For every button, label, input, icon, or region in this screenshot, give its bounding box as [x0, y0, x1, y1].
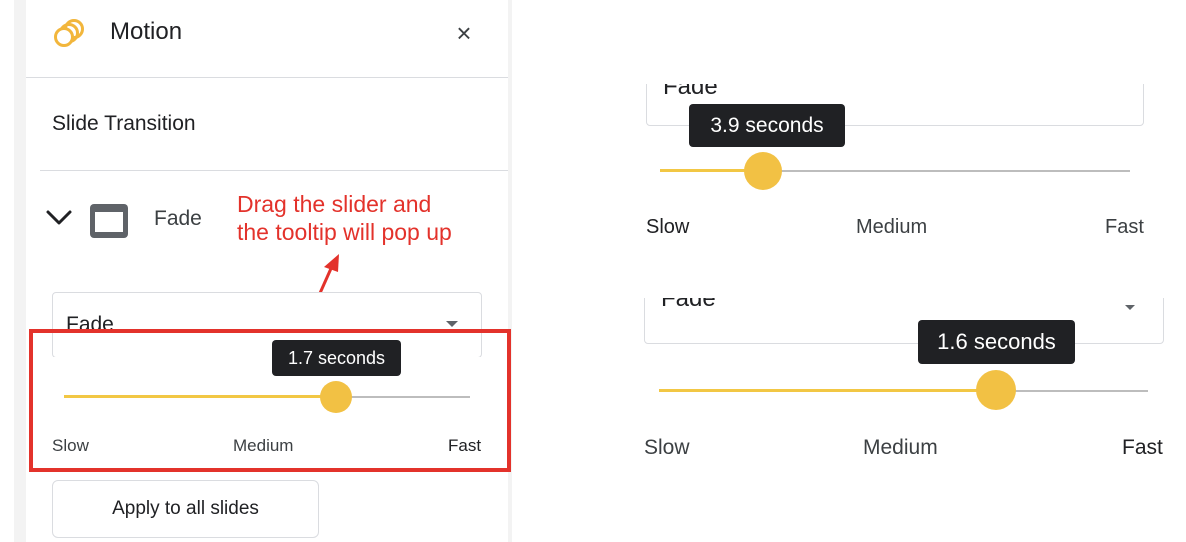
example-1-label-medium: Medium: [856, 216, 928, 238]
panel-title: Motion: [110, 18, 183, 45]
slider-label-slow: Slow: [52, 436, 89, 455]
close-icon: ×: [456, 18, 472, 48]
annotation-text: Drag the slider and the tooltip will pop…: [237, 191, 452, 245]
example-1-label-fast: Fast: [1105, 216, 1144, 238]
slide-thumbnail-icon: [90, 204, 128, 238]
slider-fill: [64, 395, 337, 398]
header-divider: [26, 77, 508, 78]
example-2-label-slow: Slow: [644, 436, 690, 459]
close-button[interactable]: ×: [448, 18, 480, 50]
motion-rings-icon: [54, 19, 84, 47]
apply-to-all-slides-button[interactable]: Apply to all slides: [52, 480, 319, 538]
example-2-slider-thumb[interactable]: [976, 370, 1017, 410]
example-1-label-slow: Slow: [646, 216, 690, 238]
transition-name: Fade: [154, 207, 202, 230]
slider-thumb[interactable]: [320, 381, 353, 413]
panel-left-edge: [14, 0, 26, 542]
crop-mask: [630, 0, 1170, 84]
chevron-down-icon[interactable]: [42, 200, 76, 234]
example-1-tooltip: 3.9 seconds: [689, 104, 845, 147]
dropdown-caret-icon: [1125, 305, 1135, 310]
slider-label-fast: Fast: [448, 436, 482, 455]
example-1-slider-thumb[interactable]: [744, 152, 783, 190]
example-2-slider-fill: [659, 389, 997, 392]
dropdown-caret-icon: [446, 321, 458, 327]
slider-label-medium: Medium: [233, 436, 294, 455]
example-2-label-fast: Fast: [1122, 436, 1163, 459]
example-2-label-medium: Medium: [863, 436, 938, 459]
section-divider: [40, 170, 508, 171]
crop-mask: [630, 252, 1170, 298]
section-title: Slide Transition: [52, 112, 196, 135]
example-2-tooltip: 1.6 seconds: [918, 320, 1075, 364]
slider-tooltip: 1.7 seconds: [272, 340, 401, 376]
